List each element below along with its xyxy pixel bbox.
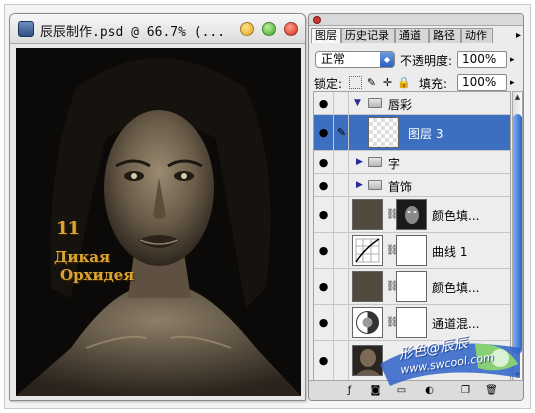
eye-icon[interactable]: ● [314, 305, 334, 340]
eye-icon[interactable]: ● [314, 92, 334, 114]
blend-mode-value: 正常 [321, 52, 346, 66]
lock-brush-icon[interactable]: ✎ [365, 76, 378, 89]
folder-icon [368, 180, 382, 190]
layer-name: 通道混... [432, 317, 480, 331]
document-window: 辰辰制作.psd @ 66.7% (... 11 Дикая Орхидея [9, 13, 306, 401]
eye-icon[interactable]: ● [314, 197, 334, 232]
fill-slider-arrow-icon[interactable]: ▸ [510, 78, 515, 88]
fill-label: 填充: [419, 77, 448, 91]
folder-icon [368, 98, 382, 108]
eye-icon[interactable]: ● [314, 233, 334, 268]
white-mask-thumbnail [396, 235, 427, 266]
lock-all-icon[interactable]: 🔒 [397, 76, 411, 89]
layer-name: 曲线 1 [432, 245, 468, 259]
link-cell[interactable] [335, 92, 349, 114]
link-cell[interactable] [335, 269, 349, 304]
tab-channels[interactable]: 通道 [395, 28, 429, 43]
tab-actions[interactable]: 动作 [461, 28, 493, 43]
link-cell[interactable] [335, 341, 349, 380]
layer-name: 字 [388, 157, 401, 171]
panel-titlebar[interactable] [309, 14, 523, 26]
document-titlebar[interactable]: 辰辰制作.psd @ 66.7% (... [10, 14, 305, 44]
face-mask-thumbnail [396, 199, 427, 230]
eye-icon[interactable]: ● [314, 269, 334, 304]
layer-row-lip-group[interactable]: ● ▼ 唇彩 [314, 92, 510, 115]
link-cell[interactable] [335, 174, 349, 196]
minimize-button[interactable] [240, 22, 254, 36]
layer-style-icon[interactable]: ƒ [343, 384, 356, 397]
layer-row-color-fill-2[interactable]: ● ⛓ 颜色填... [314, 269, 510, 305]
link-cell[interactable] [335, 305, 349, 340]
group-collapsed-triangle-icon[interactable]: ▶ [356, 157, 363, 167]
logo-number: 11 [56, 218, 80, 239]
channel-mixer-adjustment-icon [352, 307, 383, 338]
photoshop-document-icon [18, 21, 34, 37]
panel-menu-arrow-icon[interactable]: ▸ [516, 29, 521, 42]
layer-row-jewelry-group[interactable]: ● ▶ 首饰 [314, 174, 510, 197]
layer-name: 首饰 [388, 180, 413, 194]
logo-line-1: Дикая [54, 248, 111, 266]
eye-icon[interactable]: ● [314, 151, 334, 173]
folder-icon [368, 157, 382, 167]
scroll-up-arrow-icon[interactable]: ▲ [513, 92, 522, 102]
eye-icon[interactable]: ● [314, 174, 334, 196]
lock-label: 锁定: [314, 77, 343, 91]
curves-adjustment-icon [352, 235, 383, 266]
panel-tabs: 图层 历史记录 通道 路径 动作 ▸ [309, 27, 523, 43]
link-cell[interactable] [335, 233, 349, 268]
lock-transparency-icon[interactable] [349, 76, 362, 89]
blend-opacity-row: 正常 ◆ 不透明度: 100% ▸ [309, 49, 523, 71]
lock-move-icon[interactable]: ✛ [381, 76, 394, 89]
opacity-slider-arrow-icon[interactable]: ▸ [510, 55, 515, 65]
transparent-layer-thumbnail [368, 117, 399, 148]
select-arrows-icon: ◆ [380, 52, 394, 67]
tab-history[interactable]: 历史记录 [341, 28, 395, 43]
fill-input[interactable]: 100% [457, 74, 507, 91]
maximize-button[interactable] [262, 22, 276, 36]
opacity-input[interactable]: 100% [457, 51, 507, 68]
layer-row-layer-3[interactable]: ● ✎ 图层 3 [314, 115, 510, 151]
brush-cell[interactable]: ✎ [335, 115, 349, 150]
group-expanded-triangle-icon[interactable]: ▼ [354, 98, 361, 108]
color-fill-swatch-thumbnail [352, 199, 383, 230]
document-canvas[interactable]: 11 Дикая Орхидея [16, 48, 301, 396]
background-photo-thumbnail [352, 345, 383, 376]
scrollbar-thumb[interactable] [513, 114, 522, 354]
white-mask-thumbnail [396, 271, 427, 302]
panel-close-button[interactable] [313, 16, 321, 24]
logo-line-2: Орхидея [60, 266, 135, 284]
eye-icon[interactable]: ● [314, 115, 334, 150]
layer-name: 图层 3 [408, 127, 444, 141]
color-fill-swatch-thumbnail [352, 271, 383, 302]
group-collapsed-triangle-icon[interactable]: ▶ [356, 180, 363, 190]
opacity-label: 不透明度: [400, 54, 453, 68]
layer-name: 颜色填... [432, 281, 480, 295]
layer-row-text-group[interactable]: ● ▶ 字 [314, 151, 510, 174]
link-cell[interactable] [335, 197, 349, 232]
eye-icon[interactable]: ● [314, 341, 334, 380]
layer-row-color-fill-1[interactable]: ● ⛓ 颜色填... [314, 197, 510, 233]
layer-name: 颜色填... [432, 209, 480, 223]
tab-layers[interactable]: 图层 [311, 28, 341, 43]
blend-mode-select[interactable]: 正常 ◆ [315, 51, 395, 68]
close-button[interactable] [284, 22, 298, 36]
link-cell[interactable] [335, 151, 349, 173]
document-title: 辰辰制作.psd @ 66.7% (... [40, 25, 226, 40]
tab-paths[interactable]: 路径 [429, 28, 461, 43]
layer-name: 唇彩 [388, 98, 413, 112]
layer-row-curves-1[interactable]: ● ⛓ 曲线 1 [314, 233, 510, 269]
